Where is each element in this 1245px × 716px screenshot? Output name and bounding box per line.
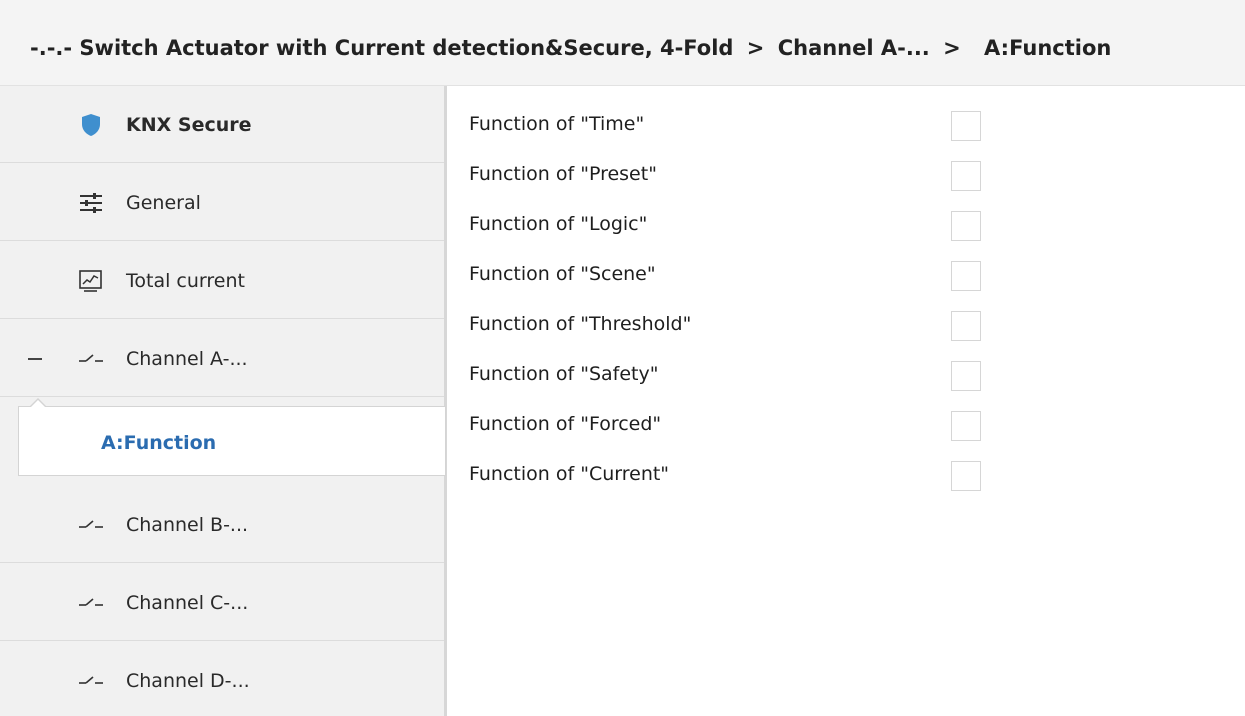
function-preset-checkbox[interactable]	[951, 161, 981, 191]
sidebar-item-a-function[interactable]: A:Function	[18, 406, 446, 476]
function-row-preset: Function of "Preset"	[469, 158, 1029, 191]
function-time-checkbox[interactable]	[951, 111, 981, 141]
parameter-panel: Function of "Time" Function of "Preset" …	[447, 86, 1245, 716]
breadcrumb-device[interactable]: -.-.- Switch Actuator with Current detec…	[30, 36, 733, 60]
function-row-forced: Function of "Forced"	[469, 408, 1029, 441]
shield-icon	[78, 112, 104, 138]
sidebar-item-label: A:Function	[101, 432, 217, 454]
breadcrumb: -.-.- Switch Actuator with Current detec…	[30, 34, 1111, 62]
function-row-current: Function of "Current"	[469, 458, 1029, 491]
function-threshold-checkbox[interactable]	[951, 311, 981, 341]
chart-icon	[78, 268, 104, 294]
switch-icon	[78, 512, 104, 538]
function-label: Function of "Scene"	[469, 263, 656, 285]
function-forced-checkbox[interactable]	[951, 411, 981, 441]
sidebar-item-knx-secure[interactable]: KNX Secure	[0, 86, 444, 163]
switch-icon	[78, 668, 104, 694]
function-scene-checkbox[interactable]	[951, 261, 981, 291]
function-row-safety: Function of "Safety"	[469, 358, 1029, 391]
sidebar-item-total-current[interactable]: Total current	[0, 242, 444, 319]
collapse-icon[interactable]	[28, 358, 42, 360]
function-row-scene: Function of "Scene"	[469, 258, 1029, 291]
sliders-icon	[78, 190, 104, 216]
function-label: Function of "Current"	[469, 463, 670, 485]
switch-icon	[78, 346, 104, 372]
function-label: Function of "Safety"	[469, 363, 659, 385]
function-label: Function of "Forced"	[469, 413, 662, 435]
function-label: Function of "Threshold"	[469, 313, 692, 335]
header-bar: -.-.- Switch Actuator with Current detec…	[0, 0, 1245, 86]
breadcrumb-current: A:Function	[984, 36, 1112, 60]
sidebar-item-label: Channel C-...	[126, 592, 249, 614]
breadcrumb-separator: >	[746, 36, 765, 60]
breadcrumb-separator: >	[943, 36, 961, 60]
sidebar-item-channel-b[interactable]: Channel B-...	[0, 486, 444, 563]
function-label: Function of "Logic"	[469, 213, 648, 235]
function-row-time: Function of "Time"	[469, 108, 1029, 141]
sidebar-item-label: Channel B-...	[126, 514, 249, 536]
function-row-threshold: Function of "Threshold"	[469, 308, 1029, 341]
sidebar-item-label: General	[126, 192, 201, 214]
sidebar-item-channel-c[interactable]: Channel C-...	[0, 564, 444, 641]
function-label: Function of "Time"	[469, 113, 645, 135]
sidebar-item-general[interactable]: General	[0, 164, 444, 241]
sidebar-item-channel-d[interactable]: Channel D-...	[0, 642, 444, 716]
sidebar-item-label: Total current	[126, 270, 245, 292]
function-current-checkbox[interactable]	[951, 461, 981, 491]
function-row-logic: Function of "Logic"	[469, 208, 1029, 241]
sidebar-item-channel-a[interactable]: Channel A-...	[0, 320, 444, 397]
selection-pointer-fill	[31, 400, 45, 407]
switch-icon	[78, 590, 104, 616]
function-logic-checkbox[interactable]	[951, 211, 981, 241]
sidebar-item-label: Channel A-...	[126, 348, 248, 370]
function-safety-checkbox[interactable]	[951, 361, 981, 391]
breadcrumb-channel[interactable]: Channel A-...	[778, 36, 930, 60]
function-label: Function of "Preset"	[469, 163, 657, 185]
sidebar-item-label: Channel D-...	[126, 670, 250, 692]
sidebar-item-label: KNX Secure	[126, 114, 252, 136]
